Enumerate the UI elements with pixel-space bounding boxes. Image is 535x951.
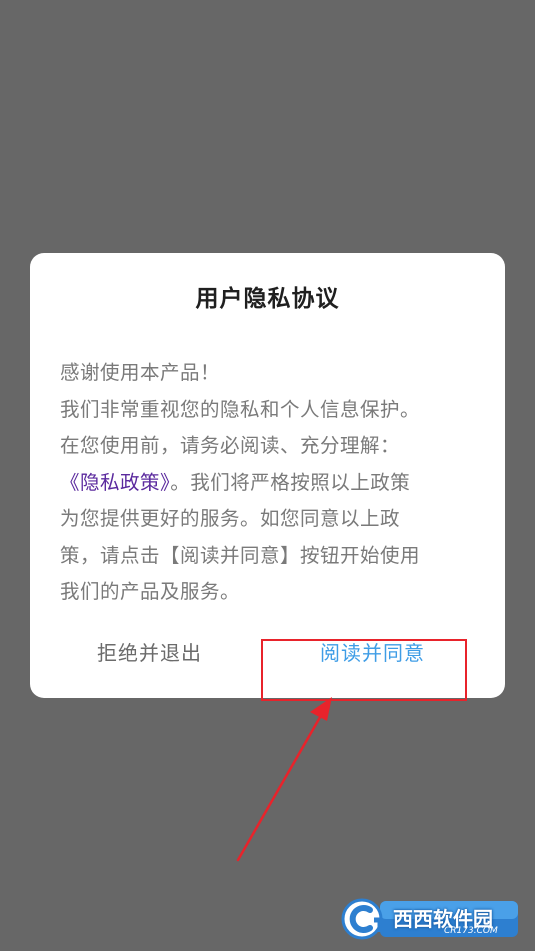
- body-line: 感谢使用本产品！: [60, 361, 221, 384]
- body-line-rest: 。我们将严格按照以上政策: [170, 470, 411, 494]
- privacy-policy-link[interactable]: 《隐私政策》: [60, 471, 170, 494]
- body-line-with-link: 《隐私政策》。我们将严格按照以上政策: [60, 465, 480, 502]
- body-line: 策，请点击【阅读并同意】按钮开始使用: [60, 543, 421, 567]
- privacy-dialog: 用户隐私协议 感谢使用本产品！ 我们非常重视您的隐私和个人信息保护。 在您使用前…: [30, 253, 505, 698]
- body-line: 在您使用前，请务必阅读、充分理解：: [60, 434, 401, 457]
- body-line: 为您提供更好的服务。如您同意以上政: [60, 507, 401, 530]
- highlight-annotation-box: [261, 639, 467, 701]
- watermark-domain: CR173.COM: [444, 926, 498, 936]
- site-watermark: 西西软件园 CR173.COM: [340, 898, 520, 940]
- body-line: 我们非常重视您的隐私和个人信息保护。: [60, 397, 421, 421]
- reject-and-exit-button[interactable]: 拒绝并退出: [97, 638, 202, 668]
- dialog-title: 用户隐私协议: [195, 286, 340, 312]
- dialog-body: 感谢使用本产品！ 我们非常重视您的隐私和个人信息保护。 在您使用前，请务必阅读、…: [60, 355, 480, 611]
- body-line: 我们的产品及服务。: [60, 580, 241, 603]
